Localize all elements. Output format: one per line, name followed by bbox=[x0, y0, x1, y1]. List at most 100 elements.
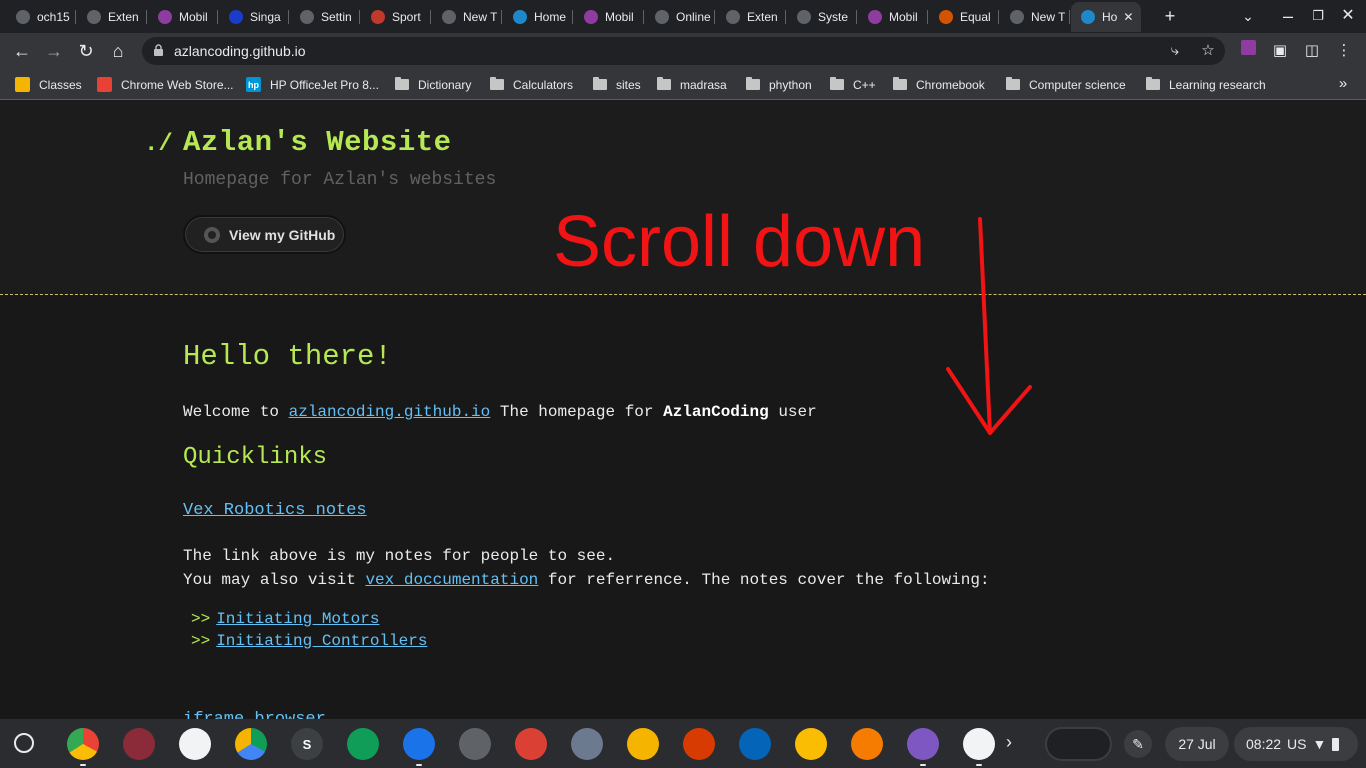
stylus-pen-icon[interactable]: ✎ bbox=[1124, 730, 1152, 758]
github-app-icon[interactable] bbox=[963, 728, 995, 766]
launcher-circle-icon[interactable] bbox=[14, 733, 34, 753]
view-github-button[interactable]: View my GitHub bbox=[183, 215, 346, 254]
chrome-app-icon[interactable] bbox=[67, 728, 99, 766]
reload-button[interactable]: ↻ bbox=[73, 38, 99, 64]
bookmark-10[interactable]: Computer science bbox=[1006, 76, 1126, 93]
tab-1[interactable]: Exten bbox=[77, 2, 147, 32]
home-button[interactable]: ⌂ bbox=[105, 38, 131, 64]
share-icon[interactable]: ⤷ bbox=[1165, 41, 1185, 61]
bookmark-star-icon[interactable]: ☆ bbox=[1198, 41, 1218, 61]
shelf-overflow-chevron-icon[interactable]: › bbox=[1006, 732, 1012, 753]
wifi-icon: ▼ bbox=[1312, 736, 1327, 752]
bookmark-label: Dictionary bbox=[418, 77, 472, 92]
extension-mobile-icon[interactable] bbox=[1236, 39, 1260, 63]
tab-7[interactable]: Home bbox=[503, 2, 573, 32]
address-bar[interactable]: azlancoding.github.io ⤷ ☆ bbox=[142, 37, 1225, 65]
chrome-icon bbox=[442, 10, 456, 24]
canvas-app-icon[interactable] bbox=[907, 728, 939, 766]
tab-5[interactable]: Sport bbox=[361, 2, 431, 32]
cookbook-app-icon[interactable] bbox=[123, 728, 155, 760]
close-tab-icon[interactable]: ✕ bbox=[1123, 10, 1133, 24]
extensions-puzzle-icon[interactable]: ▣ bbox=[1268, 39, 1292, 63]
tab-separator bbox=[75, 10, 76, 24]
tab-separator bbox=[1069, 10, 1070, 24]
tab-separator bbox=[856, 10, 857, 24]
classroom-app-icon[interactable] bbox=[347, 728, 379, 760]
bookmark-1[interactable]: Chrome Web Store... bbox=[97, 76, 234, 93]
status-tray[interactable]: 08:22 US ▼ bbox=[1234, 727, 1358, 761]
tab-10[interactable]: Exten bbox=[716, 2, 786, 32]
files-app-icon[interactable] bbox=[403, 728, 435, 766]
slides-app-icon[interactable] bbox=[627, 728, 659, 760]
bookmark-8[interactable]: C++ bbox=[830, 76, 876, 93]
folder-icon bbox=[1006, 77, 1020, 90]
tab-14[interactable]: New T bbox=[1000, 2, 1070, 32]
restore-window-button[interactable]: ❐ bbox=[1306, 4, 1330, 28]
homepage-link[interactable]: azlancoding.github.io bbox=[289, 403, 491, 421]
mobile-icon bbox=[868, 10, 882, 24]
tab-8[interactable]: Mobil bbox=[574, 2, 644, 32]
bookmark-11[interactable]: Learning research bbox=[1146, 76, 1266, 93]
running-indicator bbox=[80, 764, 86, 766]
lock-icon bbox=[154, 44, 163, 56]
initiating-motors-link[interactable]: Initiating Motors bbox=[216, 610, 379, 628]
web-page: ./ Azlan's Website Homepage for Azlan's … bbox=[0, 101, 1366, 719]
bookmark-9[interactable]: Chromebook bbox=[893, 76, 985, 93]
diagram-app-icon[interactable] bbox=[851, 728, 883, 760]
bookmark-5[interactable]: sites bbox=[593, 76, 641, 93]
keep-app-icon[interactable] bbox=[795, 728, 827, 760]
more-bookmarks-chevron-icon[interactable]: » bbox=[1331, 72, 1355, 96]
bookmarks-bar: » Classes Chrome Web Store... hp HP OfficeJ… bbox=[0, 69, 1366, 100]
steam-s-app-icon[interactable]: S bbox=[291, 728, 323, 760]
bookmark-4[interactable]: Calculators bbox=[490, 76, 573, 93]
side-panel-icon[interactable]: ◫ bbox=[1300, 39, 1324, 63]
tab-separator bbox=[785, 10, 786, 24]
list-item: >> Initiating Controllers bbox=[191, 632, 427, 650]
scanner-app-icon[interactable] bbox=[571, 728, 603, 760]
welcome-pre-text: Welcome to bbox=[183, 403, 289, 421]
tab-label: Singa bbox=[250, 10, 281, 24]
tab-2[interactable]: Mobil bbox=[148, 2, 218, 32]
bookmark-2[interactable]: hp HP OfficeJet Pro 8... bbox=[246, 76, 379, 93]
todoist-app-icon[interactable] bbox=[515, 728, 547, 760]
tab-3[interactable]: Singa bbox=[219, 2, 289, 32]
virtual-desk-pill[interactable] bbox=[1045, 727, 1112, 761]
initiating-controllers-link[interactable]: Initiating Controllers bbox=[216, 632, 427, 650]
iframe-browser-link[interactable]: iframe browser bbox=[183, 710, 326, 719]
tab-13[interactable]: Equal bbox=[929, 2, 999, 32]
office-app-icon[interactable] bbox=[683, 728, 715, 760]
bookmark-0[interactable]: Classes bbox=[15, 76, 82, 93]
chromeos-shelf: › ✎ 27 Jul 08:22 US ▼ S bbox=[0, 719, 1366, 768]
tab-search-chevron-icon[interactable]: ⌄ bbox=[1236, 4, 1260, 28]
tab-4[interactable]: Settin bbox=[290, 2, 360, 32]
menu-kebab-icon[interactable]: ⋮ bbox=[1332, 39, 1356, 63]
tab-15[interactable]: Ho ✕ bbox=[1071, 2, 1141, 32]
list-item: >> Initiating Motors bbox=[191, 610, 379, 628]
vex-notes-link[interactable]: Vex Robotics notes bbox=[183, 501, 367, 520]
tab-label: Mobil bbox=[605, 10, 634, 24]
tab-12[interactable]: Mobil bbox=[858, 2, 928, 32]
bookmark-label: C++ bbox=[853, 77, 876, 92]
tab-0[interactable]: och15 bbox=[6, 2, 76, 32]
settings-gear-app-icon[interactable] bbox=[459, 728, 491, 760]
site-prefix: ./ bbox=[144, 131, 173, 158]
bookmark-7[interactable]: phython bbox=[746, 76, 812, 93]
puzzle-icon bbox=[726, 10, 740, 24]
new-tab-button[interactable]: + bbox=[1158, 4, 1182, 28]
camera-app-icon[interactable] bbox=[179, 728, 211, 760]
vex-docs-link[interactable]: vex doccumentation bbox=[365, 571, 538, 589]
back-button[interactable]: ← bbox=[9, 38, 35, 64]
onedrive-app-icon[interactable] bbox=[739, 728, 771, 760]
tab-9[interactable]: Online bbox=[645, 2, 715, 32]
bookmark-3[interactable]: Dictionary bbox=[395, 76, 471, 93]
date-display[interactable]: 27 Jul bbox=[1165, 727, 1229, 761]
close-window-button[interactable]: ✕ bbox=[1336, 4, 1360, 28]
tab-11[interactable]: Syste bbox=[787, 2, 857, 32]
tab-separator bbox=[217, 10, 218, 24]
bookmark-6[interactable]: madrasa bbox=[657, 76, 727, 93]
tab-6[interactable]: New T bbox=[432, 2, 502, 32]
drive-app-icon[interactable] bbox=[235, 728, 267, 760]
minimize-window-button[interactable]: – bbox=[1276, 4, 1300, 28]
forward-button[interactable]: → bbox=[41, 38, 67, 64]
store-icon bbox=[97, 77, 112, 92]
